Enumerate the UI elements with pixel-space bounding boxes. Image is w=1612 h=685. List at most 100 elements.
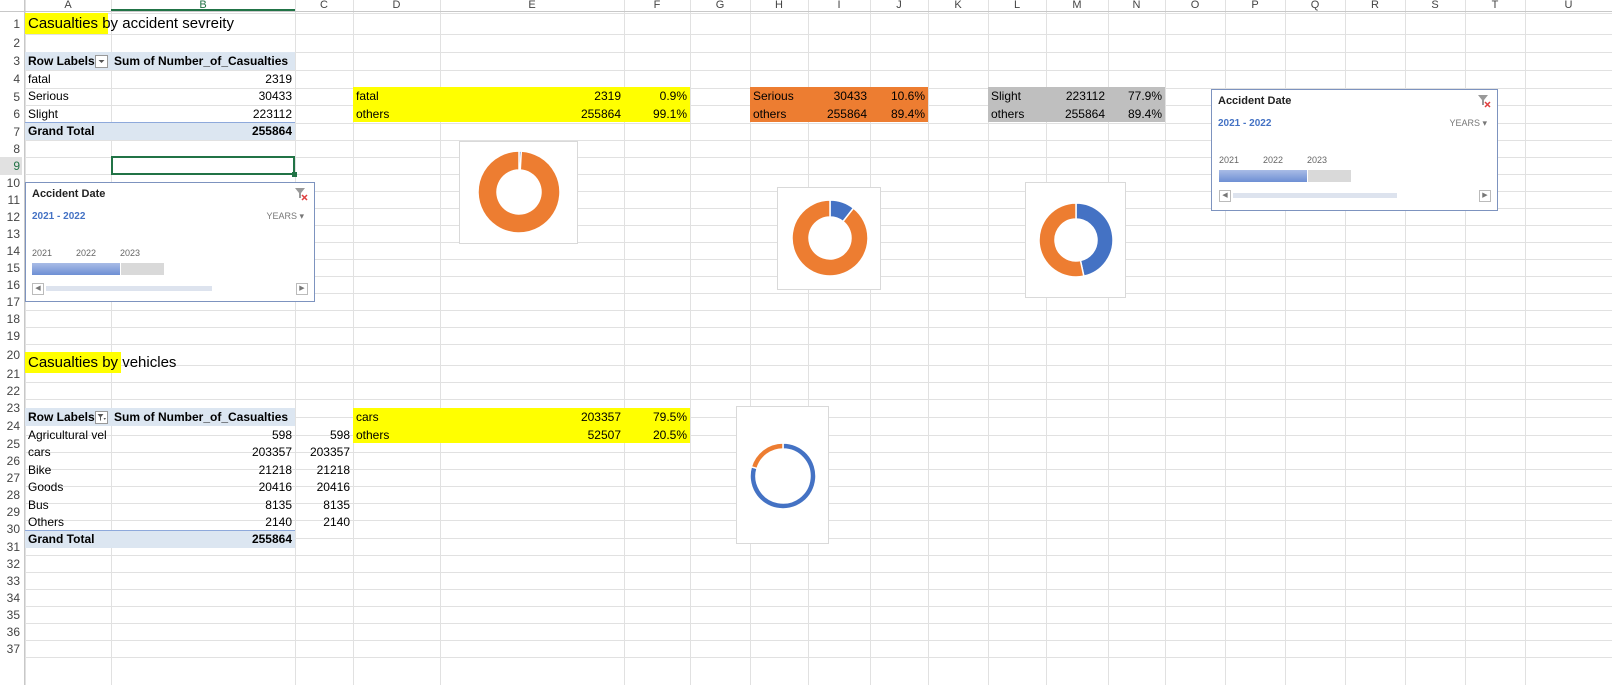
slicer-scrollbar[interactable]: ◀ ▶ [1219, 190, 1495, 202]
row-header[interactable]: 22 [0, 382, 22, 400]
row-header[interactable]: 30 [0, 520, 22, 538]
scroll-right-button[interactable]: ▶ [1479, 190, 1491, 202]
row-header[interactable]: 5 [0, 88, 22, 106]
slicer-title: Accident Date [1218, 95, 1292, 107]
column-header[interactable]: C [295, 0, 353, 11]
column-header[interactable]: T [1465, 0, 1525, 11]
donut-slice-others[interactable] [477, 150, 561, 234]
column-header[interactable]: S [1405, 0, 1465, 11]
fatal-donut-chart[interactable] [459, 141, 578, 244]
row-header[interactable]: 31 [0, 538, 22, 556]
scroll-thumb[interactable] [46, 286, 212, 291]
row-header[interactable]: 3 [0, 52, 22, 70]
row-header[interactable]: 15 [0, 259, 22, 277]
row-header[interactable]: 21 [0, 365, 22, 383]
pivot1-row-value: 223112 [252, 107, 292, 121]
row-header[interactable]: 27 [0, 469, 22, 487]
slicer-year[interactable]: 2023 [1307, 155, 1327, 165]
row-header[interactable]: 7 [0, 123, 22, 141]
column-header[interactable]: M [1046, 0, 1108, 11]
column-header[interactable]: P [1225, 0, 1285, 11]
donut-slice-others[interactable] [791, 199, 869, 277]
pivot1-filter-dropdown[interactable] [95, 55, 108, 68]
row-header[interactable]: 13 [0, 225, 22, 243]
column-header[interactable]: E [440, 0, 624, 11]
row-header[interactable]: 36 [0, 623, 22, 641]
row-header[interactable]: 23 [0, 399, 22, 417]
row-header[interactable]: 12 [0, 208, 22, 226]
column-header[interactable]: U [1525, 0, 1612, 11]
column-header[interactable]: O [1165, 0, 1225, 11]
pivot2-row-label: Others [28, 515, 65, 529]
column-header[interactable]: N [1108, 0, 1165, 11]
pivot1-row-label: Slight [28, 107, 59, 121]
column-header[interactable]: G [690, 0, 750, 11]
column-header[interactable]: I [808, 0, 870, 11]
row-header[interactable]: 9 [0, 156, 22, 175]
row-header[interactable]: 8 [0, 140, 22, 158]
row-header[interactable]: 10 [0, 174, 22, 192]
slight-table-label: Slight [991, 89, 1022, 103]
row-header[interactable]: 33 [0, 572, 22, 590]
row-header[interactable]: 37 [0, 640, 22, 658]
column-header[interactable]: J [870, 0, 928, 11]
slicer-scrollbar[interactable]: ◀ ▶ [32, 283, 312, 295]
row-header[interactable]: 11 [0, 191, 22, 209]
scroll-left-button[interactable]: ◀ [1219, 190, 1231, 202]
slicer-year[interactable]: 2021 [32, 248, 52, 258]
slicer-year[interactable]: 2022 [76, 248, 96, 258]
clear-filter-icon[interactable] [1477, 94, 1491, 108]
column-header[interactable]: A [25, 0, 111, 11]
row-header[interactable]: 34 [0, 589, 22, 607]
slight-donut-chart[interactable] [1025, 182, 1126, 298]
column-header[interactable]: R [1345, 0, 1405, 11]
pivot2-filter-dropdown[interactable] [95, 411, 108, 424]
slicer-year[interactable]: 2022 [1263, 155, 1283, 165]
row-header[interactable]: 1 [0, 15, 22, 33]
slicer-year[interactable]: 2023 [120, 248, 140, 258]
row-header[interactable]: 18 [0, 310, 22, 328]
column-header[interactable]: K [928, 0, 988, 11]
clear-filter-icon[interactable] [294, 187, 308, 201]
pivot2-row-label: Goods [28, 480, 64, 494]
scroll-thumb[interactable] [1233, 193, 1397, 198]
scroll-right-button[interactable]: ▶ [296, 283, 308, 295]
row-header[interactable]: 24 [0, 417, 22, 435]
column-header[interactable]: H [750, 0, 808, 11]
column-header[interactable]: L [988, 0, 1046, 11]
accident-date-slicer[interactable]: Accident Date 2021 - 2022 YEARS ▾ 2021 2… [1211, 89, 1498, 211]
slicer-timeline-selection[interactable] [32, 263, 121, 275]
slicer-time-level[interactable]: YEARS ▾ [1449, 118, 1487, 129]
row-header[interactable]: 2 [0, 34, 22, 52]
column-header[interactable]: D [353, 0, 440, 11]
row-header[interactable]: 25 [0, 435, 22, 453]
donut-slice-others[interactable] [750, 442, 784, 470]
selected-cell[interactable] [111, 156, 295, 175]
column-header[interactable]: B [111, 0, 295, 11]
row-header[interactable]: 32 [0, 555, 22, 573]
pivot2-row-copy-value: 8135 [323, 498, 350, 512]
row-header[interactable]: 28 [0, 486, 22, 504]
pivot1-grand-total-label: Grand Total [28, 124, 95, 138]
row-header[interactable]: 4 [0, 70, 22, 88]
serious-donut-chart[interactable] [777, 187, 881, 290]
row-header[interactable]: 6 [0, 105, 22, 123]
row-header[interactable]: 35 [0, 606, 22, 624]
row-header[interactable]: 14 [0, 242, 22, 260]
scroll-left-button[interactable]: ◀ [32, 283, 44, 295]
slicer-time-level[interactable]: YEARS ▾ [266, 211, 304, 222]
row-header[interactable]: 17 [0, 293, 22, 311]
row-header[interactable]: 19 [0, 327, 22, 345]
row-header[interactable]: 29 [0, 503, 22, 521]
section2-title-highlight: Casualties b [28, 354, 111, 371]
selected-cell-handle[interactable] [292, 172, 297, 177]
column-header[interactable]: Q [1285, 0, 1345, 11]
column-header[interactable]: F [624, 0, 690, 11]
cars-donut-chart[interactable] [736, 406, 829, 544]
slicer-year[interactable]: 2021 [1219, 155, 1239, 165]
accident-date-slicer[interactable]: Accident Date 2021 - 2022 YEARS ▾ 2021 2… [25, 182, 315, 302]
row-header[interactable]: 26 [0, 452, 22, 470]
row-header[interactable]: 16 [0, 276, 22, 294]
slicer-timeline-selection[interactable] [1219, 170, 1308, 182]
row-header[interactable]: 20 [0, 346, 22, 364]
